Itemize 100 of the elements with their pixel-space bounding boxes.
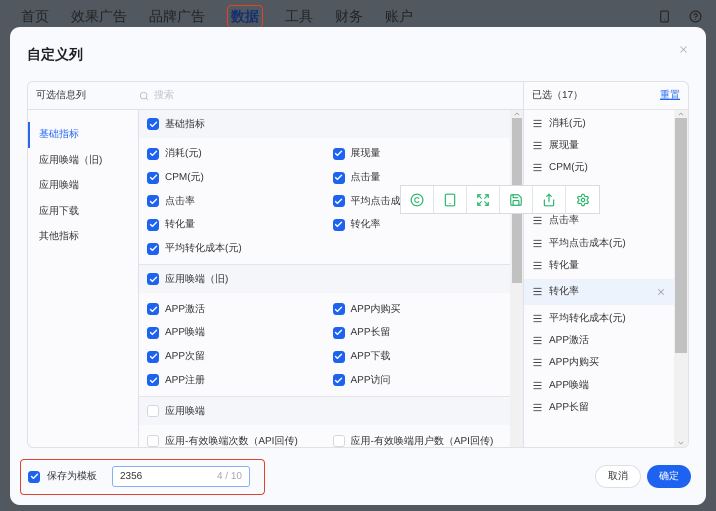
checkbox[interactable] — [147, 405, 159, 418]
search-icon — [139, 90, 149, 100]
metric-label: APP内购买 — [350, 302, 401, 317]
checkbox[interactable] — [147, 303, 159, 316]
toolbar-icon[interactable] — [443, 192, 457, 206]
checkbox[interactable] — [332, 172, 344, 184]
metric-label: APP注册 — [165, 374, 206, 388]
drag-handle-icon[interactable] — [532, 380, 543, 390]
selected-label: CPM(元) — [549, 161, 588, 176]
selected-label: APP激活 — [549, 334, 590, 348]
metric-label: 点击量 — [350, 170, 380, 186]
metric-label: APP访问 — [350, 374, 391, 388]
toolbar-icon[interactable] — [476, 192, 490, 206]
checkbox[interactable] — [147, 435, 159, 447]
metric-label: 点击率 — [165, 194, 195, 209]
scrollbar[interactable] — [510, 110, 523, 447]
selected-label: APP内购买 — [549, 356, 600, 370]
drag-handle-icon[interactable] — [532, 215, 543, 226]
category-item[interactable]: 应用下载 — [28, 198, 138, 224]
drag-handle-icon[interactable] — [532, 162, 543, 174]
checkbox[interactable] — [332, 374, 344, 386]
checkbox[interactable] — [332, 218, 344, 231]
checkbox[interactable] — [147, 218, 159, 231]
selected-item[interactable]: APP长留 — [524, 398, 674, 416]
cancel-button[interactable]: 取消 — [595, 465, 641, 488]
selected-item[interactable]: 平均转化成本(元) — [524, 309, 674, 328]
category-item[interactable]: 其他指标 — [28, 224, 138, 250]
metric-label: 应用-有效唤端次数（API回传) — [165, 434, 298, 447]
toolbar-icon[interactable] — [410, 192, 424, 206]
checkbox[interactable] — [147, 374, 159, 386]
drag-handle-icon[interactable] — [532, 238, 543, 248]
selected-label: 展现量 — [549, 139, 579, 153]
metric-label: 转化率 — [350, 218, 380, 232]
selected-label: 消耗(元) — [549, 116, 586, 131]
drag-handle-icon[interactable] — [532, 312, 543, 324]
metric-label: 平均转化成本(元) — [165, 242, 242, 256]
toolbar-icon[interactable] — [576, 192, 590, 206]
drag-handle-icon[interactable] — [532, 402, 543, 413]
selected-item[interactable]: 消耗(元) — [524, 114, 674, 132]
selected-item[interactable]: 展现量 — [524, 136, 674, 154]
checkbox[interactable] — [147, 273, 159, 286]
checkbox[interactable] — [28, 470, 40, 482]
checkbox[interactable] — [147, 172, 159, 184]
group-label: 应用唤端 — [165, 404, 205, 419]
category-item[interactable]: 应用唤端（旧) — [28, 148, 138, 173]
checkbox[interactable] — [332, 148, 344, 160]
toolbar-icon[interactable] — [542, 192, 556, 206]
checkbox[interactable] — [332, 350, 344, 363]
checkbox[interactable] — [332, 303, 344, 316]
metric-label: 展现量 — [350, 147, 380, 162]
selected-item[interactable]: APP内购买 — [524, 354, 674, 372]
metric-label: 转化量 — [165, 218, 195, 232]
checkbox[interactable] — [332, 326, 344, 339]
selected-item[interactable]: APP唤端 — [524, 376, 674, 394]
metric-label: CPM(元) — [165, 171, 204, 186]
reset-link[interactable]: 重置 — [660, 88, 680, 103]
metric-label: 平均点击成 — [350, 194, 400, 209]
template-name-field[interactable]: 2356 4 / 10 — [112, 466, 250, 487]
selected-label: APP唤端 — [549, 378, 590, 392]
selected-item[interactable]: 平均点击成本(元) — [524, 234, 674, 252]
selected-item[interactable]: 转化量 — [524, 256, 674, 274]
metric-label: APP长留 — [350, 326, 391, 340]
metric-label: APP唤端 — [165, 326, 206, 340]
checkbox[interactable] — [332, 195, 344, 208]
category-item[interactable]: 应用唤端 — [28, 173, 138, 198]
checkbox[interactable] — [147, 350, 159, 363]
field-value: 2356 — [120, 470, 142, 484]
toolbar-icon[interactable] — [509, 192, 523, 206]
drag-handle-icon[interactable] — [532, 357, 543, 368]
checkbox[interactable] — [147, 326, 159, 339]
group-label: 基础指标 — [165, 118, 205, 132]
drag-handle-icon[interactable] — [532, 286, 543, 298]
drag-handle-icon[interactable] — [532, 335, 543, 346]
search-field[interactable]: 搜索 — [154, 88, 354, 103]
drag-handle-icon[interactable] — [532, 118, 543, 129]
metric-label: APP次留 — [165, 350, 206, 364]
selected-label: 转化量 — [549, 258, 579, 273]
checkbox[interactable] — [147, 118, 159, 130]
checkbox[interactable] — [147, 242, 159, 255]
selected-label: 平均点击成本(元) — [549, 236, 626, 250]
drag-handle-icon[interactable] — [532, 140, 543, 151]
selected-item[interactable]: 转化率 — [524, 278, 674, 305]
confirm-button[interactable]: 确定 — [647, 465, 691, 488]
remove-icon[interactable] — [656, 286, 666, 297]
dialog-title: 自定义列 — [27, 44, 83, 64]
checkbox[interactable] — [147, 195, 159, 208]
selected-item[interactable]: 点击率 — [524, 212, 674, 230]
selected-label: 点击率 — [549, 214, 579, 228]
save-template-label: 保存为模板 — [47, 470, 97, 484]
char-counter: 4 / 10 — [216, 470, 242, 484]
drag-handle-icon[interactable] — [532, 260, 543, 271]
selected-count: 已选（17） — [532, 88, 584, 103]
checkbox[interactable] — [147, 148, 159, 160]
selected-label: 平均转化成本(元) — [549, 312, 626, 326]
selected-label: APP长留 — [549, 400, 590, 415]
selected-item[interactable]: CPM(元) — [524, 158, 674, 177]
metric-label: 应用-有效唤端用户数（API回传) — [350, 434, 494, 447]
column-header: 可选信息列 — [35, 88, 87, 103]
checkbox[interactable] — [332, 435, 344, 447]
selected-item[interactable]: APP激活 — [524, 332, 674, 350]
